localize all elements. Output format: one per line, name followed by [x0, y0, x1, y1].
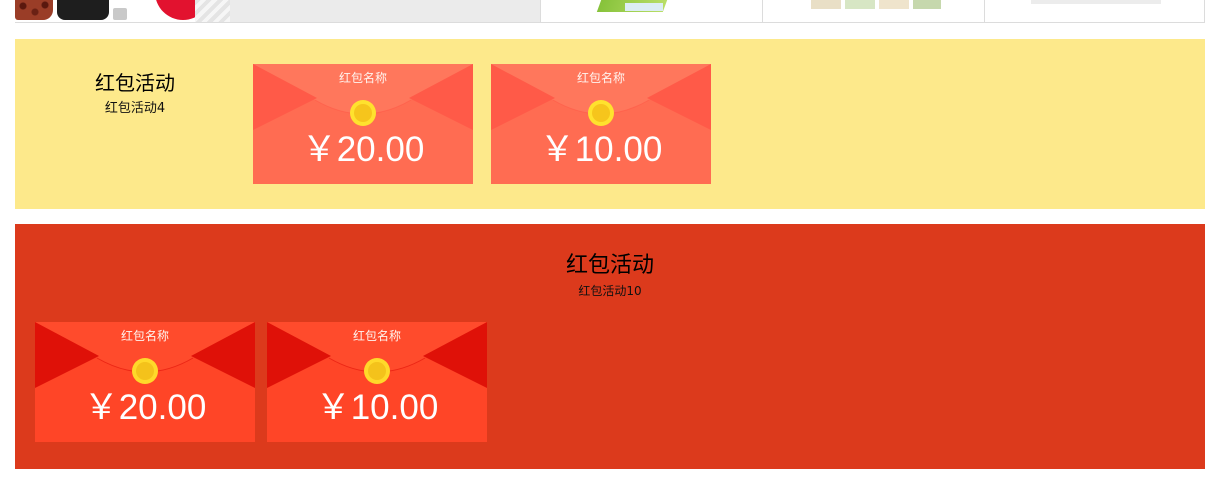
activity-title: 红包活动 — [565, 253, 654, 278]
red-packet-activity-section: 红包活动 红包活动10 红包名称 ￥20.00 红包名称 ￥10.00 — [15, 224, 1205, 469]
envelope-amount: ￥10.00 — [315, 388, 439, 427]
coffee-beans-shape — [15, 0, 53, 20]
package-shape — [879, 0, 909, 9]
package-shape — [845, 0, 875, 9]
envelope-name: 红包名称 — [352, 329, 401, 343]
appliance-part-shape — [113, 8, 127, 20]
red-envelope[interactable]: 红包名称 ￥20.00 — [35, 322, 255, 442]
red-envelope[interactable]: 红包名称 ￥20.00 — [253, 64, 473, 184]
activity-subtitle: 红包活动10 — [578, 284, 642, 298]
product-thumbnail-row — [15, 0, 1205, 23]
envelope-amount: ￥10.00 — [539, 130, 663, 169]
red-envelope[interactable]: 红包名称 ￥10.00 — [491, 64, 711, 184]
red-packet-activity-section: 红包活动 红包活动4 红包名称 ￥20.00 红包名称 ￥10.00 — [15, 39, 1205, 209]
product-image[interactable] — [230, 0, 540, 22]
packaged-goods-image[interactable] — [762, 0, 984, 22]
envelope-name: 红包名称 — [576, 71, 625, 85]
pale-item-shape — [625, 3, 663, 11]
activity-title: 红包活动 — [95, 71, 175, 95]
striped-shape — [195, 0, 230, 22]
coffee-appliance-image[interactable] — [15, 0, 230, 22]
activity-subtitle: 红包活动4 — [104, 101, 166, 116]
envelope-amount: ￥20.00 — [83, 388, 207, 427]
appliance-shape — [57, 0, 109, 20]
coin-icon-center — [592, 104, 610, 122]
envelope-name: 红包名称 — [120, 329, 169, 343]
envelope-name: 红包名称 — [338, 71, 387, 85]
coin-icon-center — [354, 104, 372, 122]
package-shape — [1031, 0, 1161, 4]
coin-icon-center — [136, 362, 154, 380]
green-product-image[interactable] — [540, 0, 762, 22]
red-envelope[interactable]: 红包名称 ￥10.00 — [267, 322, 487, 442]
envelope-amount: ￥20.00 — [301, 130, 425, 169]
packaged-goods-image[interactable] — [984, 0, 1205, 22]
coin-icon-center — [368, 362, 386, 380]
package-shape — [811, 0, 841, 9]
package-shape — [913, 0, 941, 9]
